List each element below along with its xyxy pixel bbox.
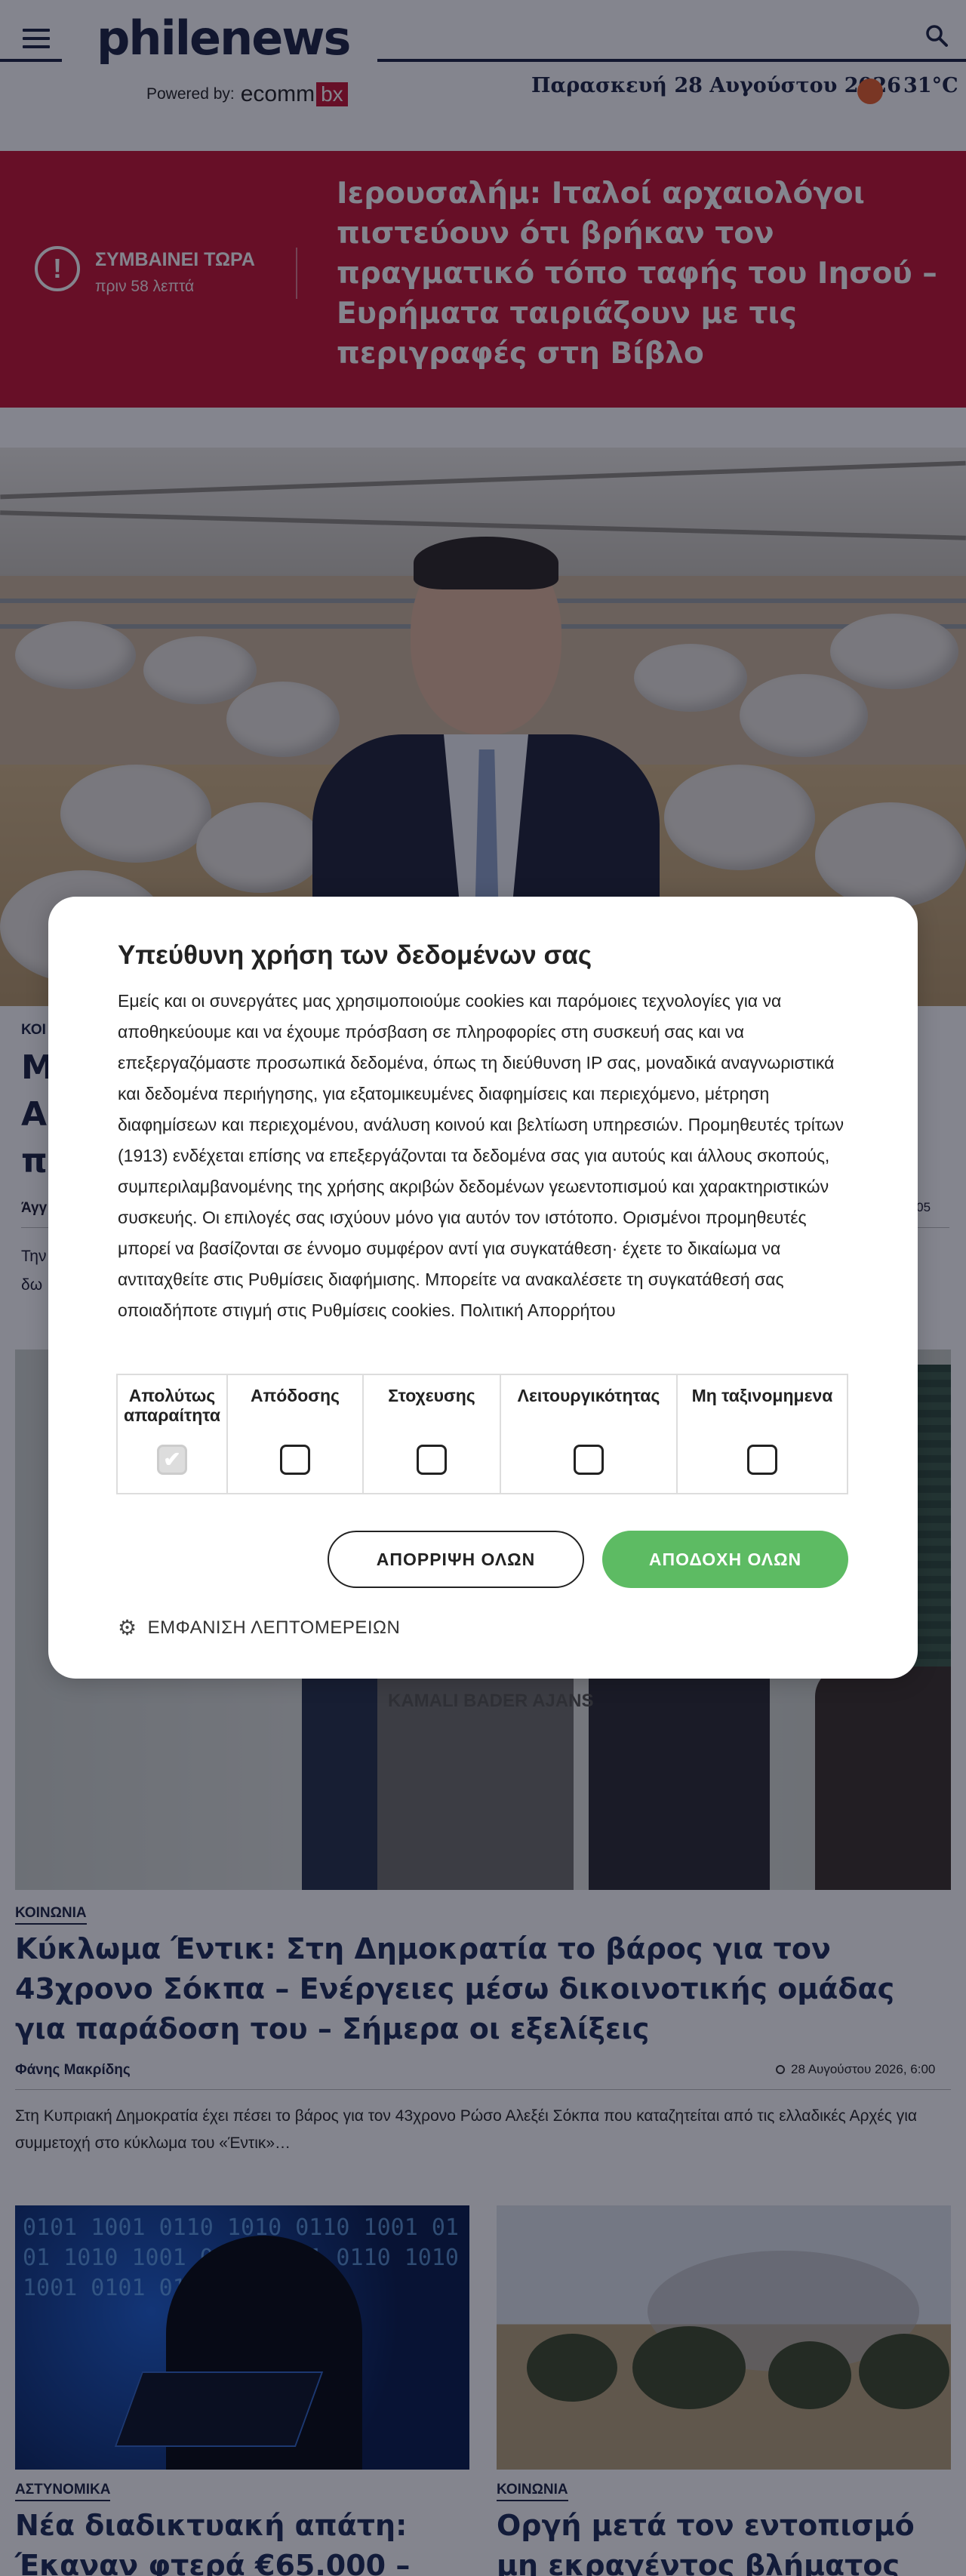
consent-category-targeting: Στοχευσης bbox=[364, 1375, 501, 1493]
checkbox-functionality[interactable] bbox=[574, 1445, 604, 1475]
consent-label: Μη ταξινομημενα bbox=[691, 1386, 833, 1405]
cookie-consent-dialog: Υπεύθυνη χρήση των δεδομένων σας Εμείς κ… bbox=[48, 897, 918, 1679]
consent-category-performance: Απόδοσης bbox=[228, 1375, 364, 1493]
checkbox-targeting[interactable] bbox=[417, 1445, 447, 1475]
checkbox-unclassified[interactable] bbox=[747, 1445, 777, 1475]
gear-icon: ⚙ bbox=[118, 1616, 137, 1639]
show-details-label: ΕΜΦΑΝΙΣΗ ΛΕΠΤΟΜΕΡΕΙΩΝ bbox=[147, 1617, 401, 1638]
consent-label: Στοχευσης bbox=[388, 1386, 475, 1405]
consent-category-necessary: Απολύτως απαραίτητα ✔ bbox=[118, 1375, 228, 1493]
consent-label: Λειτουργικότητας bbox=[517, 1386, 660, 1405]
dialog-body: Εμείς και οι συνεργάτες μας χρησιμοποιού… bbox=[118, 991, 844, 1320]
reject-all-button[interactable]: ΑΠΟΡΡΙΨΗ ΟΛΩΝ bbox=[328, 1531, 584, 1588]
checkbox-necessary: ✔ bbox=[157, 1445, 187, 1475]
consent-category-functionality: Λειτουργικότητας bbox=[501, 1375, 678, 1493]
consent-category-unclassified: Μη ταξινομημενα bbox=[678, 1375, 847, 1493]
accept-all-button[interactable]: ΑΠΟΔΟΧΗ ΟΛΩΝ bbox=[602, 1531, 848, 1588]
consent-categories: Απολύτως απαραίτητα ✔ Απόδοσης Στοχευσης… bbox=[116, 1374, 848, 1494]
consent-label: Απόδοσης bbox=[250, 1386, 340, 1405]
checkbox-performance[interactable] bbox=[280, 1445, 310, 1475]
dialog-title: Υπεύθυνη χρήση των δεδομένων σας bbox=[118, 940, 592, 970]
consent-label: Απολύτως απαραίτητα bbox=[123, 1386, 221, 1425]
show-details-link[interactable]: ⚙ ΕΜΦΑΝΙΣΗ ΛΕΠΤΟΜΕΡΕΙΩΝ bbox=[118, 1615, 400, 1640]
